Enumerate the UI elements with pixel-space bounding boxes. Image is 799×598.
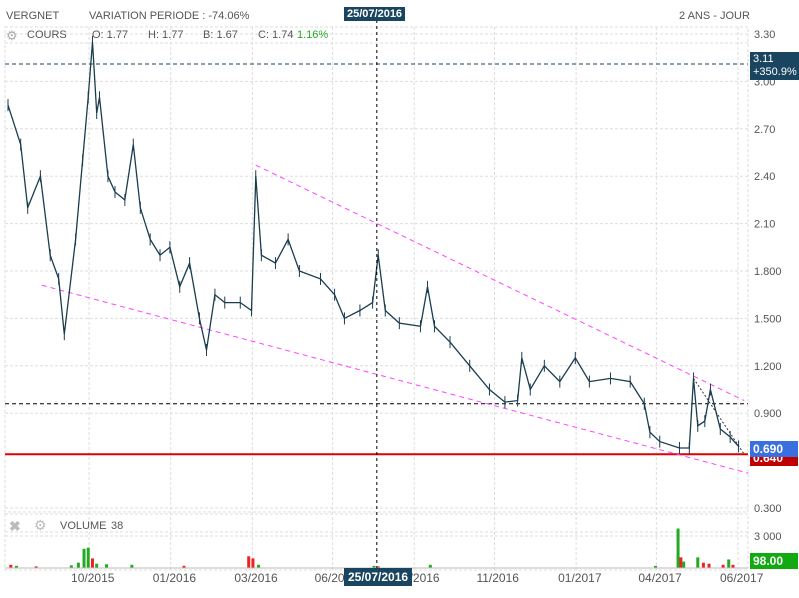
open-value: O: 1.77 [92,29,129,41]
volume-last-tag: 98.00 [750,553,798,569]
price-series-line [7,41,740,449]
y-tick-label: 0.900 [754,408,782,420]
high-value: H: 1.77 [148,29,184,41]
gear-icon[interactable]: ⚙ [6,28,18,44]
symbol-label: VERGNET [6,10,60,22]
volume-label: VOLUME [60,520,107,532]
high-price-tag: 3.11 +350.9% [750,52,799,80]
variation-label: VARIATION PERIODE : -74.06% [89,10,250,22]
volume-bar [105,564,109,568]
y-tick-label: 1.500 [754,313,782,325]
volume-bar [701,562,705,568]
x-tick-label: 01/2017 [558,571,602,585]
trendline [41,284,749,474]
crosshair-date-bottom: 25/07/2016 [344,568,413,586]
volume-bar [82,548,86,568]
x-tick-label: 03/2016 [234,571,278,585]
x-tick-label: 01/2016 [153,571,197,585]
x-tick-label: 04/2017 [638,571,682,585]
low-value: B: 1.67 [203,29,238,41]
volume-bar [95,563,99,568]
high-pct: +350.9% [753,66,797,78]
x-tick-label: 10/2015 [71,571,115,585]
trendline [693,378,745,455]
y-tick-label: 3.30 [754,29,775,41]
period-label[interactable]: 2 ANS - JOUR [679,10,750,22]
volume-bar [247,556,251,568]
close-icon[interactable]: ✖ [9,518,21,535]
trendline [255,164,745,402]
x-tick-label: 11/2016 [476,571,519,585]
volume-tick-label: 3 000 [754,531,782,543]
y-tick-label: 2.40 [754,171,775,183]
volume-bar [86,547,90,568]
y-tick-label: 0.300 [754,503,782,515]
volume-bar [727,559,731,568]
change-value: 1.16% [297,29,329,41]
volume-bar [251,558,255,568]
last-price-tag: 0.690 [750,441,798,457]
high-price: 3.11 [753,53,774,65]
y-tick-label: 1.800 [754,266,782,278]
volume-bar [90,558,94,568]
y-tick-label: 2.70 [754,124,775,136]
volume-value: 38 [111,520,124,532]
close-value: C: 1.74 [258,29,294,41]
volume-bar [679,557,683,568]
price-chart: 3.303.002.702.402.101.8001.5001.2000.900… [4,20,782,585]
crosshair-date-top: 25/07/2016 [344,7,406,21]
x-tick-label: 06/2017 [720,571,764,585]
volume-bar [696,557,700,568]
gear-icon[interactable]: ⚙ [34,517,47,534]
volume-bar [707,563,711,568]
volume-bar [682,561,686,568]
cours-label: COURS [27,29,67,41]
y-tick-label: 1.200 [754,361,782,373]
volume-bar [76,562,80,568]
y-tick-label: 2.10 [754,219,775,231]
volume-bar [676,528,680,568]
